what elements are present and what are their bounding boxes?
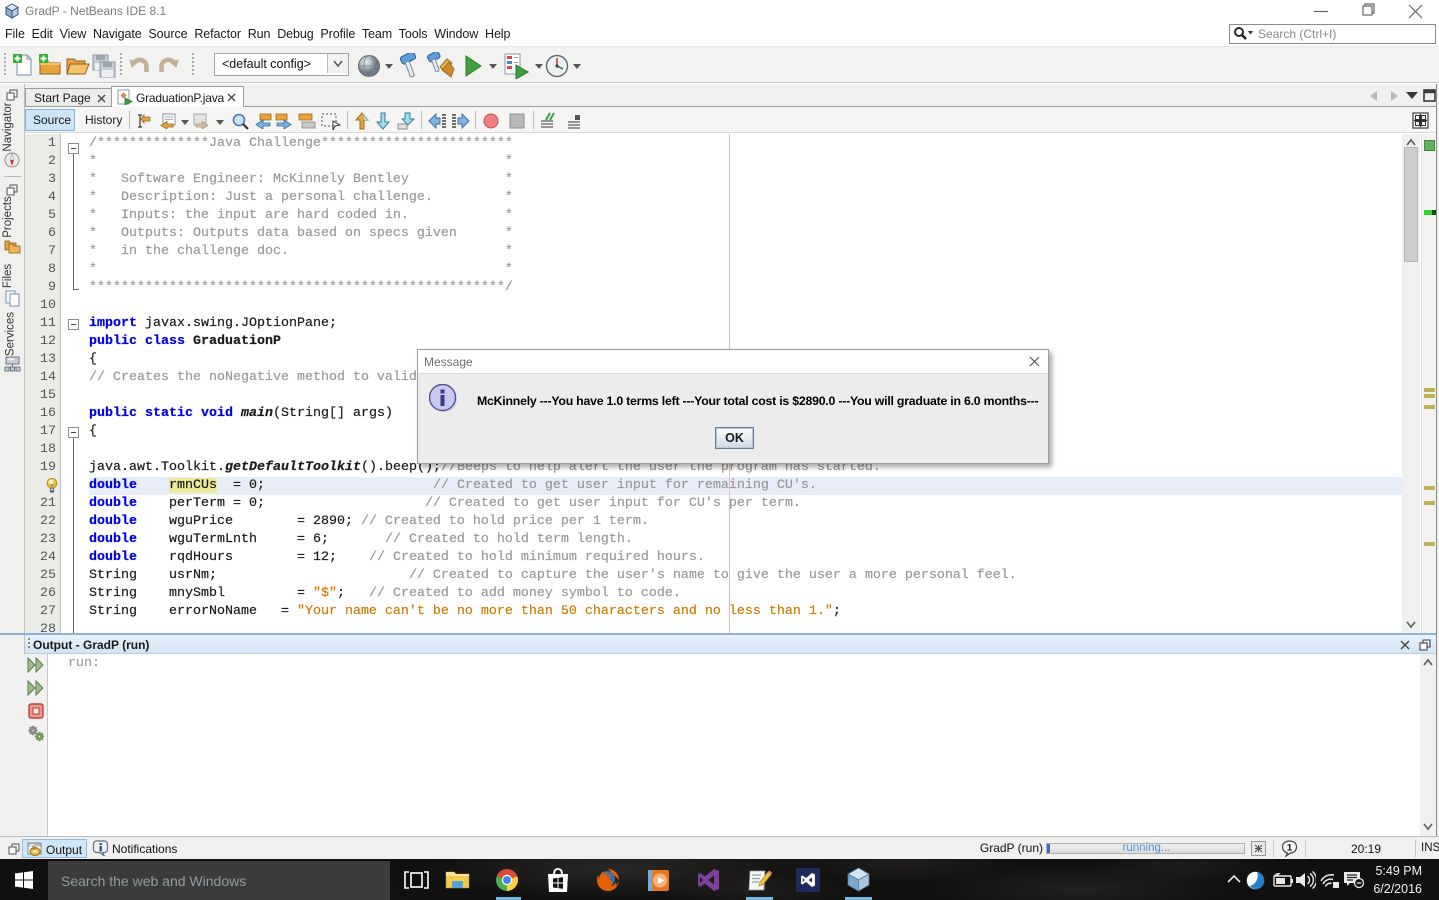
svg-text:1: 1 — [1287, 843, 1293, 854]
